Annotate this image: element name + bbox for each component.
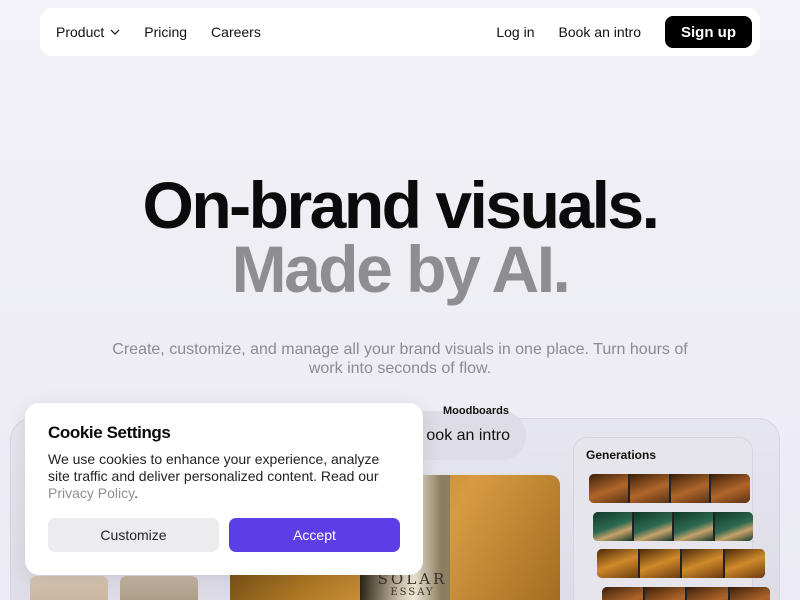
accept-button[interactable]: Accept (229, 518, 400, 552)
top-nav: Product Pricing Careers Log in Book an i… (40, 8, 760, 56)
generation-thumbnail[interactable] (593, 512, 632, 541)
generation-thumbnail[interactable] (682, 549, 723, 578)
generation-row[interactable] (597, 549, 765, 578)
generation-thumbnail[interactable] (729, 587, 770, 600)
nav-pricing[interactable]: Pricing (144, 24, 187, 40)
moodboard-thumbnail (120, 576, 198, 600)
hero-title-line2: Made by AI. (231, 232, 571, 306)
generation-thumbnail[interactable] (639, 549, 680, 578)
book-intro-link[interactable]: Book an intro (559, 24, 642, 40)
cookie-title: Cookie Settings (48, 423, 171, 442)
nav-product[interactable]: Product (56, 24, 120, 40)
nav-right: Log in Book an intro Sign up (496, 16, 752, 48)
nav-careers[interactable]: Careers (211, 24, 261, 40)
generation-thumbnail[interactable] (597, 549, 638, 578)
generation-row[interactable] (593, 512, 753, 541)
cookie-dialog: Cookie Settings We use cookies to enhanc… (25, 403, 423, 575)
cookie-text: We use cookies to enhance your experienc… (48, 451, 398, 502)
privacy-policy-link[interactable]: Privacy Policy (48, 485, 134, 501)
product-sublabel: ESSAY (390, 587, 435, 598)
hero-subtitle: Create, customize, and manage all your b… (112, 341, 688, 377)
generation-thumbnail[interactable] (602, 587, 643, 600)
generations-title: Generations (586, 448, 657, 462)
nav-left: Product Pricing Careers (56, 24, 261, 40)
moodboards-label: Moodboards (443, 405, 509, 417)
generation-thumbnail[interactable] (711, 474, 750, 503)
generation-thumbnail[interactable] (633, 512, 672, 541)
cookie-period: . (134, 485, 138, 501)
hero-title-line1: On-brand visuals. (142, 168, 660, 242)
signup-button[interactable]: Sign up (665, 16, 752, 48)
generation-row[interactable] (589, 474, 750, 503)
nav-product-label: Product (56, 24, 105, 40)
moodboard-thumbnail (30, 576, 108, 600)
chevron-down-icon (110, 29, 120, 35)
cookie-body: We use cookies to enhance your experienc… (48, 451, 380, 484)
generation-row[interactable] (602, 587, 770, 600)
generation-thumbnail[interactable] (644, 587, 685, 600)
generation-thumbnail[interactable] (674, 512, 713, 541)
generation-thumbnail[interactable] (714, 512, 753, 541)
generation-thumbnail[interactable] (589, 474, 628, 503)
login-link[interactable]: Log in (496, 24, 534, 40)
customize-button[interactable]: Customize (48, 518, 219, 552)
generation-thumbnail[interactable] (687, 587, 728, 600)
generation-thumbnail[interactable] (629, 474, 669, 503)
generation-thumbnail[interactable] (724, 549, 765, 578)
generation-thumbnail[interactable] (670, 474, 710, 503)
